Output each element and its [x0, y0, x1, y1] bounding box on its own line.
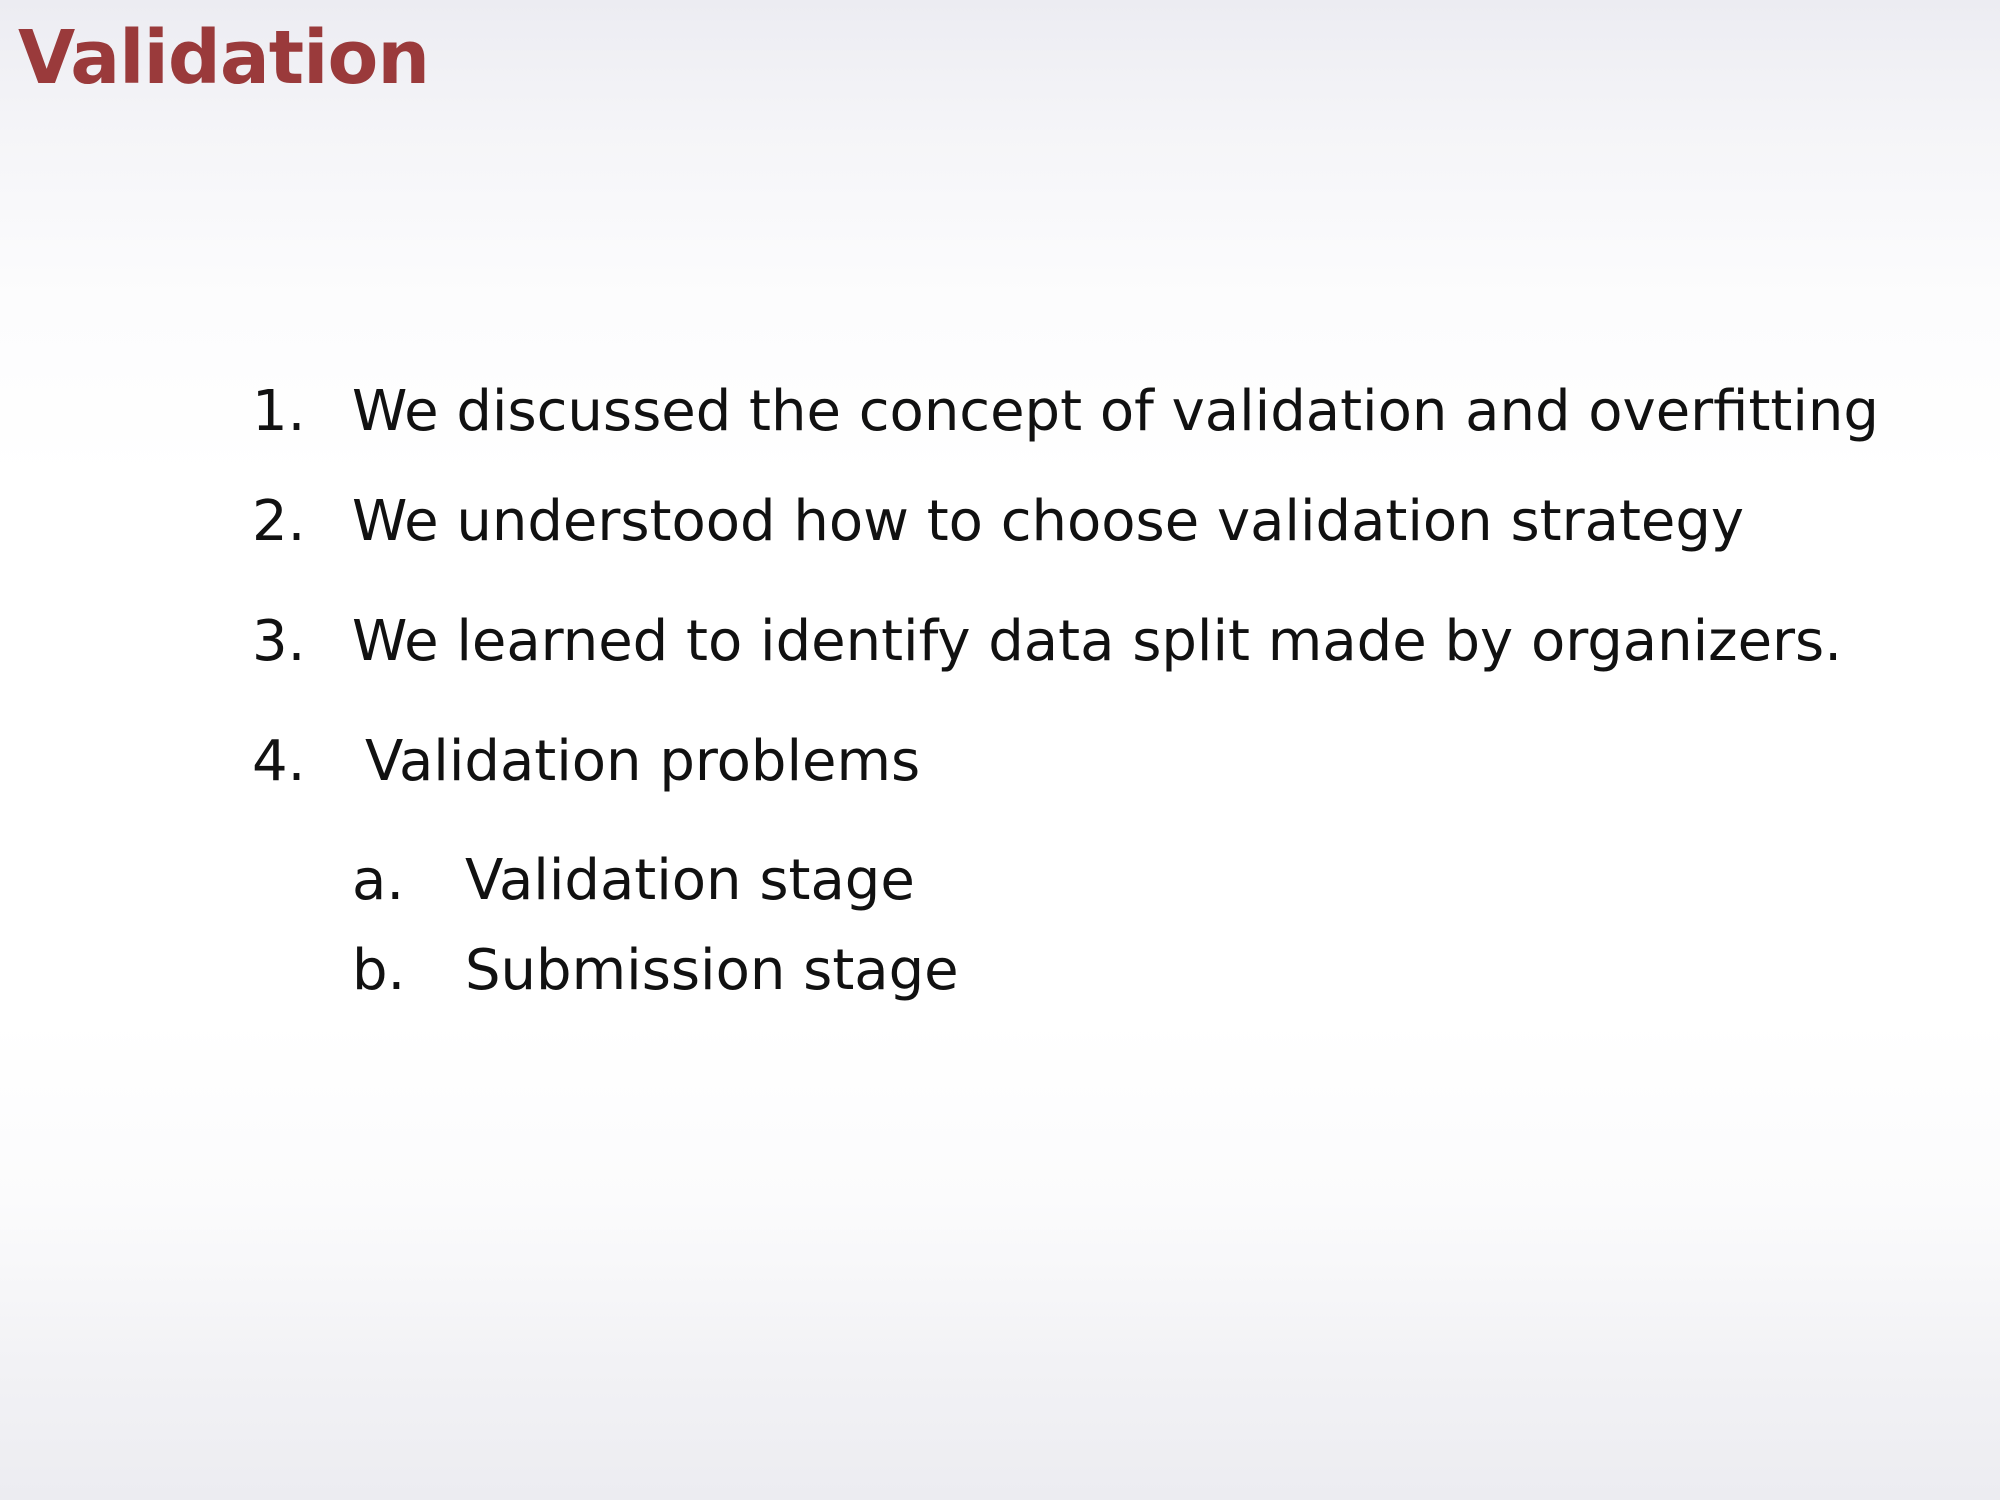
- slide-title: Validation: [18, 15, 430, 101]
- sub-list-marker: b.: [352, 938, 406, 1003]
- sub-list-marker: a.: [352, 848, 405, 913]
- sub-list-item-text: Submission stage: [465, 938, 959, 1003]
- list-item-text: We understood how to choose validation s…: [352, 489, 1745, 554]
- list-marker: 4.: [252, 729, 306, 794]
- list-marker: 3.: [252, 609, 306, 674]
- list-item-text: We learned to identify data split made b…: [352, 609, 1843, 674]
- list-item-text: We discussed the concept of validation a…: [352, 379, 1879, 444]
- list-marker: 1.: [252, 379, 306, 444]
- slide: { "slide": { "title": "Validation", "tit…: [0, 0, 2000, 1500]
- sub-list-item-text: Validation stage: [465, 848, 915, 913]
- list-marker: 2.: [252, 489, 306, 554]
- list-item-text: Validation problems: [365, 729, 921, 794]
